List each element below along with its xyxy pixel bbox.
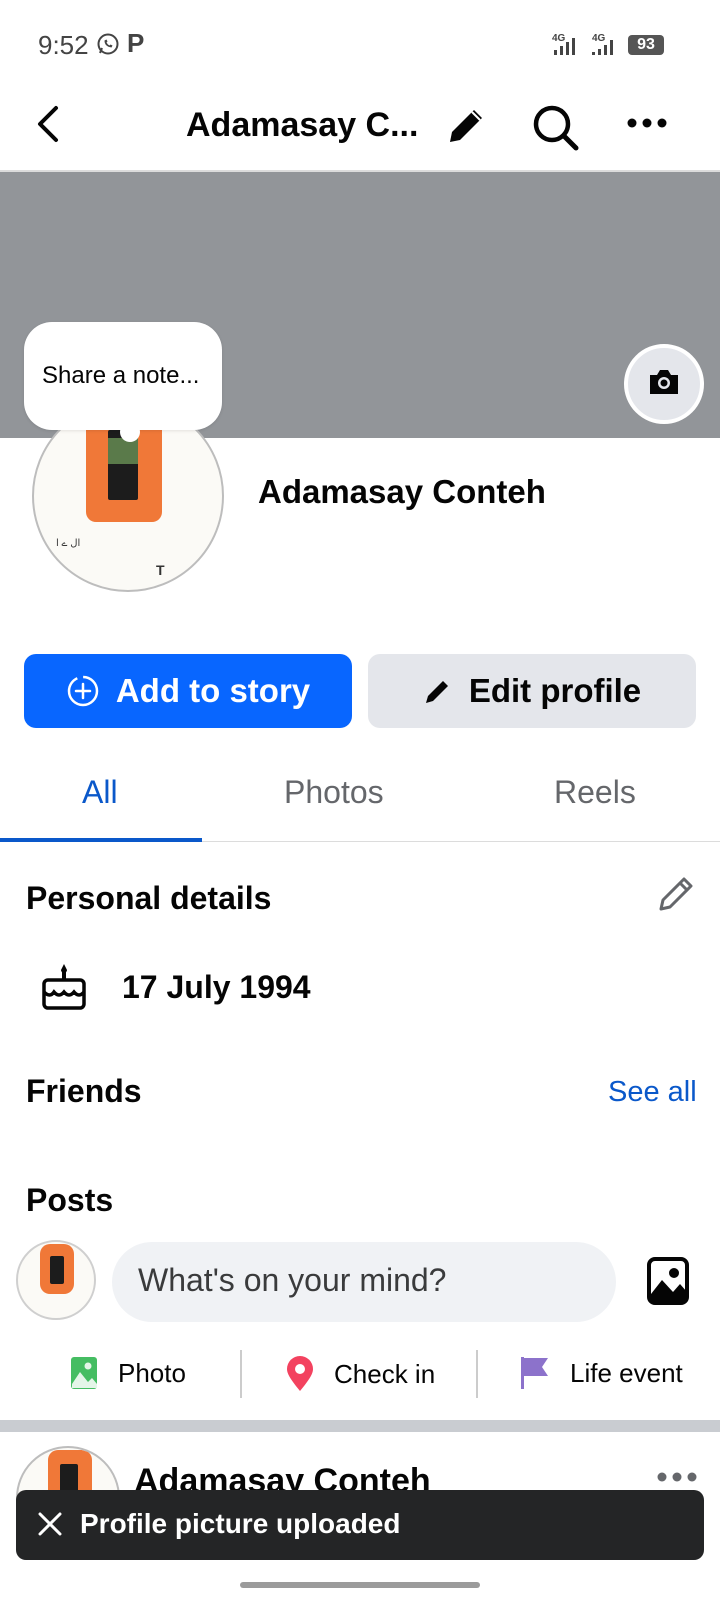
close-icon[interactable]: [36, 1510, 64, 1543]
svg-text:4G: 4G: [592, 33, 606, 44]
photo-action[interactable]: Photo: [70, 1356, 186, 1390]
snackbar-toast: Profile picture uploaded: [16, 1490, 704, 1560]
friends-title: Friends: [26, 1073, 142, 1109]
tab-reels[interactable]: Reels: [554, 774, 636, 811]
pencil-icon[interactable]: [442, 102, 490, 155]
whatsapp-icon: [96, 32, 120, 61]
cover-camera-button[interactable]: [624, 344, 704, 424]
posts-title: Posts: [26, 1182, 114, 1218]
edit-details-pencil-icon[interactable]: [656, 874, 696, 919]
action-divider: [476, 1350, 478, 1398]
birthday-value: 17 July 1994: [122, 969, 311, 1005]
profile-tabs: All Photos Reels: [0, 752, 720, 842]
check-in-action-label: Check in: [334, 1358, 436, 1389]
note-placeholder: Share a note...: [42, 362, 200, 389]
profile-name: Adamasay Conteh: [258, 473, 546, 510]
p-app-icon: P: [127, 28, 145, 58]
see-all-friends-link[interactable]: See all: [608, 1076, 697, 1109]
composer-avatar[interactable]: [16, 1240, 96, 1320]
life-event-action-label: Life event: [570, 1357, 683, 1388]
toast-message: Profile picture uploaded: [80, 1508, 401, 1539]
photo-action-label: Photo: [118, 1357, 186, 1388]
page-title: Adamasay C...: [186, 106, 419, 144]
signal-icon-2: 4G: [590, 32, 618, 61]
add-to-story-button[interactable]: Add to story: [24, 654, 352, 728]
more-options-icon[interactable]: [626, 116, 668, 135]
section-divider: [0, 1420, 720, 1432]
action-divider: [240, 1350, 242, 1398]
back-arrow-icon[interactable]: [32, 104, 62, 149]
active-tab-indicator: [0, 838, 202, 842]
note-tail: [120, 422, 140, 442]
photo-icon: [71, 1357, 97, 1389]
birthday-cake-icon: [40, 962, 88, 1017]
add-circle-icon: [67, 675, 99, 707]
share-note-bubble[interactable]: Share a note...: [24, 322, 222, 442]
life-event-action[interactable]: Life event: [520, 1356, 683, 1390]
battery-indicator: 93: [628, 35, 664, 55]
avatar-image-text: ال ے ا: [56, 538, 81, 549]
location-pin-icon: [287, 1356, 313, 1391]
pencil-icon: [425, 681, 448, 703]
status-time: 9:52: [38, 30, 89, 60]
post-more-options-icon[interactable]: [656, 1470, 698, 1489]
composer-placeholder: What's on your mind?: [138, 1262, 447, 1298]
home-indicator[interactable]: [240, 1582, 480, 1588]
avatar-image-text-2: T: [156, 562, 165, 578]
gallery-icon[interactable]: [646, 1256, 690, 1311]
check-in-action[interactable]: Check in: [286, 1356, 435, 1392]
top-bar: Adamasay C...: [0, 90, 720, 172]
edit-profile-button[interactable]: Edit profile: [368, 654, 696, 728]
svg-text:4G: 4G: [552, 33, 566, 44]
add-to-story-label: Add to story: [115, 672, 311, 709]
camera-icon: [646, 367, 682, 402]
status-bar: 9:52 P 4G 4G 93: [0, 0, 720, 90]
search-icon[interactable]: [530, 102, 580, 157]
tab-all[interactable]: All: [82, 774, 118, 811]
flag-icon: [521, 1357, 548, 1389]
tab-photos[interactable]: Photos: [284, 774, 384, 811]
edit-profile-label: Edit profile: [468, 672, 642, 709]
whats-on-your-mind-input[interactable]: What's on your mind?: [112, 1242, 616, 1322]
personal-details-title: Personal details: [26, 880, 272, 916]
signal-icon: 4G: [552, 32, 578, 61]
